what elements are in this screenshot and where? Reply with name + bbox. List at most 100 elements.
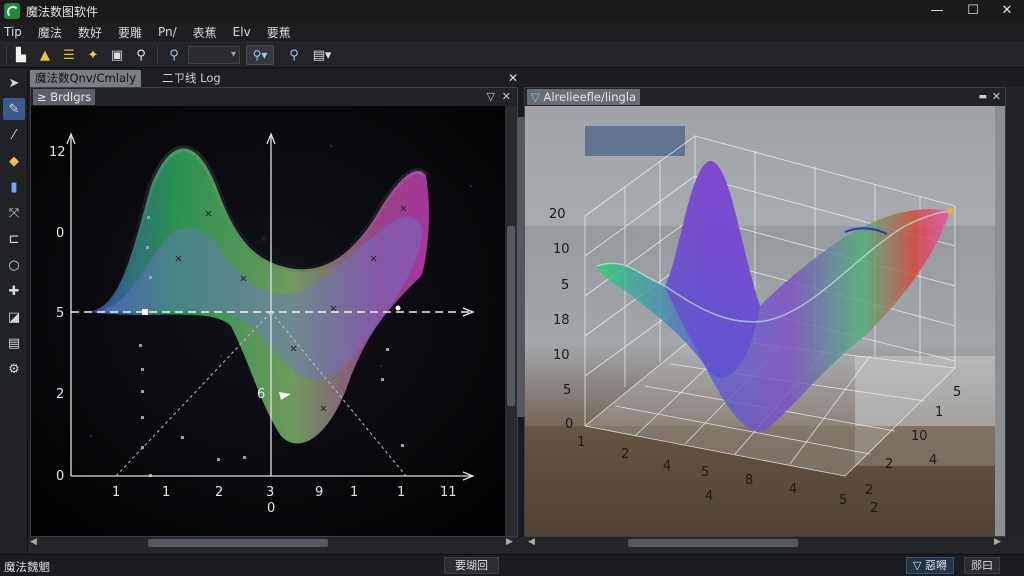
marker-point[interactable]: [142, 309, 148, 315]
x-tick: 5: [839, 493, 847, 508]
x-tick: 8: [745, 473, 753, 488]
z-tick: 10: [553, 348, 570, 363]
depth-tick: 1: [935, 405, 943, 420]
scroll-left-icon[interactable]: ◀: [528, 537, 535, 547]
plot-canvas-3d[interactable]: 20 10 5 18 10 5 0 1 2 4 5 8 4 5 4 5 1 10…: [525, 106, 995, 537]
zoom-combo[interactable]: ▾: [188, 46, 240, 64]
save-icon[interactable]: ▣: [107, 45, 127, 65]
panel-menu-icon[interactable]: ▬: [978, 88, 987, 106]
panel-title-text: Alrelieefle/lingla: [543, 90, 637, 104]
status-view-label: 惡嘚: [924, 559, 947, 572]
lasso-icon[interactable]: ○: [3, 254, 25, 276]
x-tick: 2: [621, 447, 629, 462]
z-tick: 0: [565, 417, 573, 432]
menu-item-magic[interactable]: 魔法: [38, 24, 62, 41]
menu-item-table[interactable]: 表蕉: [193, 24, 217, 41]
zoom-icon[interactable]: ⚲: [131, 45, 151, 65]
x-tick: 4: [663, 459, 671, 474]
depth-tick: 10: [911, 429, 928, 444]
z-tick: 18: [553, 313, 570, 328]
fill-icon[interactable]: ◆: [3, 150, 25, 172]
brush-icon[interactable]: ▮: [3, 176, 25, 198]
surface-endpoint[interactable]: [947, 208, 953, 214]
x-tick: 5: [701, 465, 709, 480]
toolbar-grip: [6, 46, 7, 64]
eraser-icon[interactable]: ◪: [3, 306, 25, 328]
right-scrollbar-thumb[interactable]: [628, 539, 798, 547]
panel-close-icon[interactable]: ✕: [992, 88, 1001, 106]
filter-icon: ▽: [913, 559, 925, 572]
z-tick: 5: [561, 278, 569, 293]
triangle-icon: ▽: [531, 90, 544, 104]
tab-second-document[interactable]: 二ㄗ线 Log: [156, 70, 227, 87]
plot-panel-2d: ≥ Brdlgrs ▽ ✕ 12 0 5 2 0 1 1 2 3 9 1 1 1…: [30, 87, 518, 537]
pipette-icon[interactable]: ⁄: [3, 124, 25, 146]
pointer-icon[interactable]: ➤: [3, 72, 25, 94]
menu-bar: Tip 魔法 数好 要雕 Pn/ 表蕉 Elv 要蕉: [0, 22, 1024, 42]
new-icon[interactable]: ▙: [11, 45, 31, 65]
layers-panel-icon[interactable]: ▤: [3, 332, 25, 354]
x-tick: 11: [440, 485, 457, 500]
pane-divider[interactable]: [517, 87, 525, 553]
search-icon[interactable]: ⚲: [284, 45, 304, 65]
y-tick: 0: [56, 226, 64, 241]
y-tick: 2: [56, 387, 64, 402]
depth-tick: 2: [865, 483, 873, 498]
x-tick: 1: [397, 485, 405, 500]
z-tick: 10: [553, 242, 570, 257]
window-title: 魔法数图软件: [26, 4, 99, 19]
depth-tick: 2: [870, 501, 878, 516]
crop-icon[interactable]: ⊏: [3, 228, 25, 250]
zoom-in-icon[interactable]: ⚲: [164, 45, 184, 65]
divider-scroll-thumb[interactable]: [517, 117, 525, 417]
menu-item-elv[interactable]: Elv: [233, 25, 251, 39]
settings-icon[interactable]: ⚙: [3, 358, 25, 380]
close-icon[interactable]: ✕: [508, 69, 518, 87]
pen-icon[interactable]: ✎: [3, 98, 25, 120]
pin-icon[interactable]: ✚: [3, 280, 25, 302]
panel-menu-icon[interactable]: ▽: [487, 88, 495, 106]
background-shelf: [585, 126, 685, 156]
menu-item-extra[interactable]: 要蕉: [267, 24, 291, 41]
magnet-icon[interactable]: ⚲▾: [246, 45, 274, 65]
plot-canvas-2d[interactable]: 12 0 5 2 0 1 1 2 3 9 1 1 11 0 6: [31, 106, 507, 537]
z-tick: 5: [563, 383, 571, 398]
status-zoom-button[interactable]: 郧曰: [964, 557, 1000, 574]
document-tab-strip: 魔法数Qnv/Cmlaly 二ㄗ线 Log ✕: [28, 69, 522, 87]
depth-tick: 5: [953, 385, 961, 400]
x-tick: 3: [266, 485, 274, 500]
maximize-button[interactable]: ☐: [956, 0, 990, 22]
title-bar: 魔法数图软件 — ☐ ✕: [0, 0, 1024, 22]
x-sub-tick: 4: [705, 489, 713, 504]
toolbar: ▙ ▲ ☰ ✦ ▣ ⚲ ⚲ ▾ ⚲▾ ⚲ ▤▾: [0, 42, 1024, 68]
menu-item-tip[interactable]: Tip: [4, 25, 22, 39]
marker-point-right[interactable]: [395, 305, 401, 311]
menu-item-pn[interactable]: Pn/: [158, 25, 177, 39]
open-icon[interactable]: ▲: [35, 45, 55, 65]
y-tick: 5: [56, 306, 64, 321]
x-tick: 4: [789, 482, 797, 497]
vertical-scrollbar[interactable]: [505, 106, 517, 536]
scroll-right-icon[interactable]: ▶: [994, 537, 1001, 547]
scrollbar-thumb[interactable]: [507, 226, 515, 406]
export-icon[interactable]: ▤▾: [312, 45, 332, 65]
status-mode-button[interactable]: 要瑚回: [444, 557, 499, 574]
layers-icon[interactable]: ☰: [59, 45, 79, 65]
point-annotation: 6: [257, 387, 265, 402]
left-scrollbar-thumb[interactable]: [148, 539, 328, 547]
sparkle-icon[interactable]: ✦: [83, 45, 103, 65]
menu-item-carve[interactable]: 要雕: [118, 24, 142, 41]
y-tick: 12: [49, 145, 66, 160]
menu-item-data[interactable]: 数好: [78, 24, 102, 41]
minimize-button[interactable]: —: [920, 0, 954, 22]
transform-icon[interactable]: ⤧: [3, 202, 25, 224]
status-view-button[interactable]: ▽ 惡嘚: [906, 557, 954, 574]
panel-close-icon[interactable]: ✕: [502, 88, 511, 106]
scroll-left-icon[interactable]: ◀: [30, 537, 37, 547]
y-tick: 0: [56, 469, 64, 484]
close-button[interactable]: ✕: [990, 0, 1024, 22]
app-logo-icon: [4, 3, 20, 19]
scroll-right-icon[interactable]: ▶: [506, 537, 513, 547]
x-tick: 1: [577, 435, 585, 450]
tab-active-document[interactable]: 魔法数Qnv/Cmlaly: [30, 70, 141, 87]
